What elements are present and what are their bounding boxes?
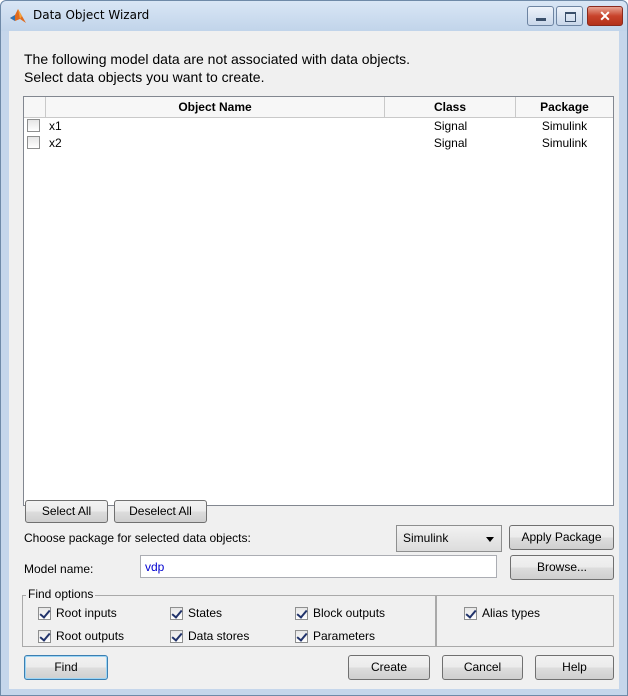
- alias-types-checkbox[interactable]: [464, 607, 477, 621]
- package-dropdown-value: Simulink: [403, 531, 449, 545]
- column-header-class[interactable]: Class: [385, 97, 516, 117]
- dialog-body: The following model data are not associa…: [9, 31, 619, 689]
- states-option[interactable]: States: [170, 606, 223, 621]
- model-name-label: Model name:: [24, 562, 94, 576]
- maximize-icon: [565, 12, 576, 22]
- create-label: Create: [370, 660, 408, 674]
- root-inputs-label: Root inputs: [56, 606, 117, 620]
- block-outputs-checkbox[interactable]: [295, 607, 308, 621]
- package-cell: Simulink: [541, 119, 588, 133]
- find-options-legend: Find options: [26, 587, 96, 601]
- help-button[interactable]: Help: [535, 655, 614, 680]
- data-stores-checkbox[interactable]: [170, 630, 183, 644]
- package-cell: Simulink: [541, 136, 588, 150]
- select-all-label: Select All: [41, 504, 92, 518]
- apply-package-button[interactable]: Apply Package: [509, 525, 614, 550]
- row-checkbox[interactable]: [27, 136, 40, 149]
- parameters-option[interactable]: Parameters: [295, 629, 376, 644]
- root-inputs-option[interactable]: Root inputs: [38, 606, 117, 621]
- states-checkbox[interactable]: [170, 607, 183, 621]
- matlab-logo-icon: [10, 9, 26, 23]
- deselect-all-label: Deselect All: [129, 504, 192, 518]
- model-name-input[interactable]: vdp: [140, 555, 497, 578]
- table-row[interactable]: x2 Signal Simulink: [24, 135, 613, 152]
- root-outputs-label: Root outputs: [56, 629, 125, 643]
- data-stores-option[interactable]: Data stores: [170, 629, 250, 644]
- window-title: Data Object Wizard: [33, 8, 150, 22]
- table-row[interactable]: x1 Signal Simulink: [24, 118, 613, 135]
- class-cell: Signal: [433, 119, 468, 133]
- package-label: Choose package for selected data objects…: [24, 531, 251, 545]
- chevron-down-icon: [486, 537, 494, 542]
- object-name-cell: x1: [49, 119, 62, 133]
- deselect-all-button[interactable]: Deselect All: [114, 500, 207, 523]
- block-outputs-option[interactable]: Block outputs: [295, 606, 386, 621]
- alias-types-label: Alias types: [482, 606, 541, 620]
- close-button[interactable]: ✕: [587, 6, 623, 26]
- alias-types-option[interactable]: Alias types: [464, 606, 541, 621]
- find-label: Find: [54, 660, 78, 674]
- class-cell: Signal: [433, 136, 468, 150]
- title-bar[interactable]: Data Object Wizard ✕: [1, 1, 627, 31]
- package-dropdown[interactable]: Simulink: [396, 525, 502, 552]
- cancel-label: Cancel: [463, 660, 502, 674]
- parameters-label: Parameters: [313, 629, 376, 643]
- data-objects-table: Object Name Class Package x1 Signal Simu…: [23, 96, 614, 506]
- cancel-button[interactable]: Cancel: [442, 655, 523, 680]
- table-header: Object Name Class Package: [24, 97, 613, 118]
- row-checkbox[interactable]: [27, 119, 40, 132]
- intro-line-2: Select data objects you want to create.: [24, 69, 265, 85]
- intro-line-1: The following model data are not associa…: [24, 51, 411, 67]
- column-header-checkbox[interactable]: [24, 97, 46, 117]
- root-outputs-checkbox[interactable]: [38, 630, 51, 644]
- find-button[interactable]: Find: [24, 655, 108, 680]
- alias-options-group: [436, 595, 614, 647]
- root-inputs-checkbox[interactable]: [38, 607, 51, 621]
- minimize-button[interactable]: [527, 6, 554, 26]
- column-header-package[interactable]: Package: [516, 97, 613, 117]
- browse-label: Browse...: [536, 560, 587, 574]
- root-outputs-option[interactable]: Root outputs: [38, 629, 125, 644]
- create-button[interactable]: Create: [348, 655, 430, 680]
- data-stores-label: Data stores: [188, 629, 250, 643]
- intro-text: The following model data are not associa…: [24, 50, 410, 86]
- column-header-object-name[interactable]: Object Name: [46, 97, 385, 117]
- apply-package-label: Apply Package: [521, 530, 602, 544]
- select-all-button[interactable]: Select All: [25, 500, 108, 523]
- dialog-window: Data Object Wizard ✕ The following model…: [0, 0, 628, 696]
- close-icon: ✕: [599, 8, 611, 24]
- maximize-button[interactable]: [556, 6, 583, 26]
- states-label: States: [188, 606, 223, 620]
- block-outputs-label: Block outputs: [313, 606, 386, 620]
- browse-button[interactable]: Browse...: [510, 555, 614, 580]
- object-name-cell: x2: [49, 136, 62, 150]
- minimize-icon: [536, 18, 546, 21]
- parameters-checkbox[interactable]: [295, 630, 308, 644]
- help-label: Help: [562, 660, 587, 674]
